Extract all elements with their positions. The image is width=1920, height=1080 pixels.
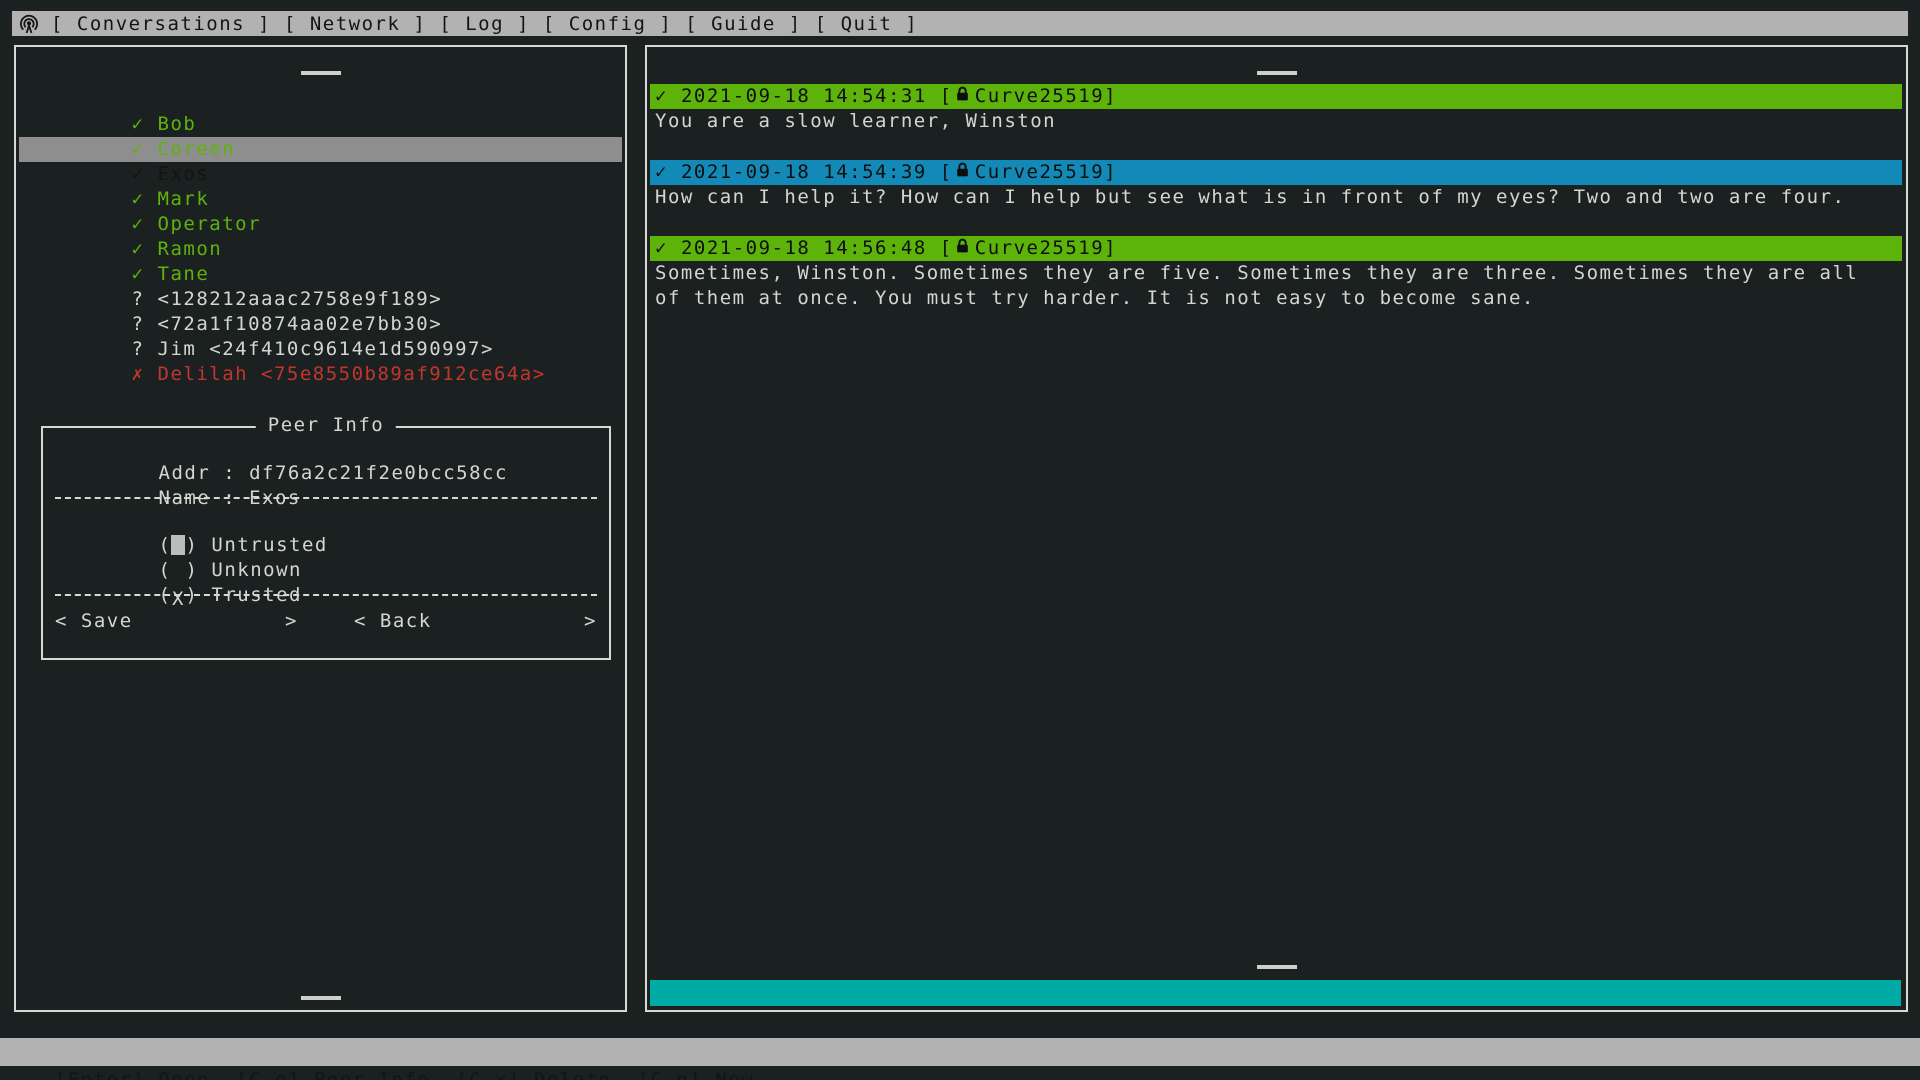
save-button[interactable]: < Save > — [55, 609, 298, 634]
peer-name: <128212aaac2758e9f189> — [158, 288, 443, 310]
menu-item-config[interactable]: [ Config ] — [543, 13, 672, 35]
radio-marker: (X) — [159, 584, 199, 606]
arrow-left-icon: < — [354, 610, 367, 632]
peer-name: Jim <24f410c9614e1d590997> — [158, 338, 494, 360]
cross-icon: ✗ — [132, 362, 158, 387]
message-timestamp: 2021-09-18 14:54:31 — [681, 84, 927, 109]
peer-name: Delilah <75e8550b89af912ce64a> — [158, 363, 546, 385]
cursor-block — [171, 535, 185, 555]
arrow-left-icon: < — [55, 610, 68, 632]
arrow-right-icon: > — [285, 609, 298, 634]
scroll-indicator-top — [1257, 71, 1297, 75]
status-bar: [Enter] Open[C-e] Peer Info[C-x] Delete[… — [0, 1038, 1920, 1066]
conversation-panel: ✓2021-09-18 14:54:31[Curve25519] You are… — [645, 45, 1908, 1012]
radio-label: Untrusted — [211, 534, 327, 556]
question-icon: ? — [132, 312, 158, 337]
hint-key: [Enter] — [55, 1069, 146, 1080]
peer-name: Coreen — [158, 138, 236, 160]
hint-action: Open — [158, 1069, 210, 1080]
check-icon: ✓ — [655, 160, 668, 185]
message-header: ✓2021-09-18 14:56:48[Curve25519] — [650, 236, 1902, 261]
scroll-indicator-bottom — [301, 996, 341, 1000]
check-icon: ✓ — [132, 137, 158, 162]
hint-key: [C-x] — [456, 1069, 521, 1080]
check-icon: ✓ — [655, 84, 668, 109]
peer-name: Exos — [158, 163, 210, 185]
check-icon: ✓ — [132, 162, 158, 187]
message-header: ✓2021-09-18 14:54:31[Curve25519] — [650, 84, 1902, 109]
message-list: ✓2021-09-18 14:54:31[Curve25519] You are… — [650, 84, 1902, 337]
broadcast-icon — [17, 12, 41, 36]
peer-name: Ramon — [158, 238, 223, 260]
app-window: [ Conversations ] [ Network ] [ Log ] [ … — [0, 0, 1920, 1080]
hint-key: [C-n] — [637, 1069, 702, 1080]
question-icon: ? — [132, 337, 158, 362]
save-button-label: Save — [81, 610, 133, 632]
peer-name: Mark — [158, 188, 210, 210]
lock-icon — [955, 236, 970, 261]
peer-name: Bob — [158, 113, 197, 135]
message: ✓2021-09-18 14:54:39[Curve25519] How can… — [650, 160, 1902, 210]
message-timestamp: 2021-09-18 14:56:48 — [681, 236, 927, 261]
cipher-label: Curve25519 — [975, 160, 1104, 185]
scroll-indicator-bottom — [1257, 965, 1297, 969]
peer-info-dialog: Peer Info Addr : df76a2c21f2e0bcc58cc Na… — [41, 426, 611, 660]
hint-action: New — [715, 1069, 754, 1080]
hint-action: Peer Info — [314, 1069, 430, 1080]
back-button[interactable]: < Back > — [354, 609, 597, 634]
radio-label: Unknown — [211, 559, 302, 581]
cipher-label: Curve25519 — [975, 84, 1104, 109]
peer-name: <72a1f10874aa02e7bb30> — [158, 313, 443, 335]
check-icon: ✓ — [655, 236, 668, 261]
message: ✓2021-09-18 14:54:31[Curve25519] You are… — [650, 84, 1902, 134]
peer-list: ✓Bob ✓Coreen ✓Exos ✓Mark ✓Operator ✓Ramo… — [19, 87, 622, 362]
peer-name: Tane — [158, 263, 210, 285]
scroll-indicator-top — [301, 71, 341, 75]
check-icon: ✓ — [132, 112, 158, 137]
radio-marker: ( ) — [159, 559, 199, 581]
menu-item-quit[interactable]: [ Quit ] — [815, 13, 919, 35]
arrow-right-icon: > — [584, 609, 597, 634]
hint-action: Delete — [534, 1069, 612, 1080]
message-body: Sometimes, Winston. Sometimes they are f… — [650, 261, 1902, 311]
radio-marker: () — [159, 534, 199, 556]
message-timestamp: 2021-09-18 14:54:39 — [681, 160, 927, 185]
peer-info-title: Peer Info — [256, 414, 396, 436]
message-body: You are a slow learner, Winston — [650, 109, 1902, 134]
message-header: ✓2021-09-18 14:54:39[Curve25519] — [650, 160, 1902, 185]
check-icon: ✓ — [132, 237, 158, 262]
hint-delete: [C-x] Delete — [456, 1069, 611, 1080]
lock-icon — [955, 160, 970, 185]
hint-peer-info: [C-e] Peer Info — [236, 1069, 430, 1080]
menu-item-network[interactable]: [ Network ] — [284, 13, 426, 35]
menu-item-log[interactable]: [ Log ] — [439, 13, 530, 35]
hint-new: [C-n] New — [637, 1069, 753, 1080]
message-body: How can I help it? How can I help but se… — [650, 185, 1902, 210]
check-icon: ✓ — [132, 187, 158, 212]
name-label: Name : — [159, 487, 237, 509]
menu-bar: [ Conversations ] [ Network ] [ Log ] [ … — [12, 11, 1908, 36]
cipher-label: Curve25519 — [975, 236, 1104, 261]
message: ✓2021-09-18 14:56:48[Curve25519] Sometim… — [650, 236, 1902, 311]
check-icon: ✓ — [132, 262, 158, 287]
peers-panel: ✓Bob ✓Coreen ✓Exos ✓Mark ✓Operator ✓Ramo… — [14, 45, 627, 1012]
peer-name: Operator — [158, 213, 262, 235]
addr-field: Addr : df76a2c21f2e0bcc58cc — [55, 436, 597, 461]
peer-row-bob[interactable]: ✓Bob — [19, 87, 622, 112]
radio-option-untrusted[interactable]: ()Untrusted — [55, 508, 597, 533]
hint-open: [Enter] Open — [55, 1069, 210, 1080]
question-icon: ? — [132, 287, 158, 312]
addr-value: df76a2c21f2e0bcc58cc — [249, 462, 508, 484]
menu-item-guide[interactable]: [ Guide ] — [685, 13, 801, 35]
dialog-buttons: < Save > < Back > — [55, 609, 597, 634]
lock-icon — [955, 84, 970, 109]
check-icon: ✓ — [132, 212, 158, 237]
message-input[interactable] — [650, 980, 1901, 1006]
addr-label: Addr : — [159, 462, 237, 484]
hint-key: [C-e] — [236, 1069, 301, 1080]
name-value: Exos — [249, 487, 301, 509]
radio-label: Trusted — [211, 584, 302, 606]
back-button-label: Back — [380, 610, 432, 632]
menu-item-conversations[interactable]: [ Conversations ] — [51, 13, 271, 35]
